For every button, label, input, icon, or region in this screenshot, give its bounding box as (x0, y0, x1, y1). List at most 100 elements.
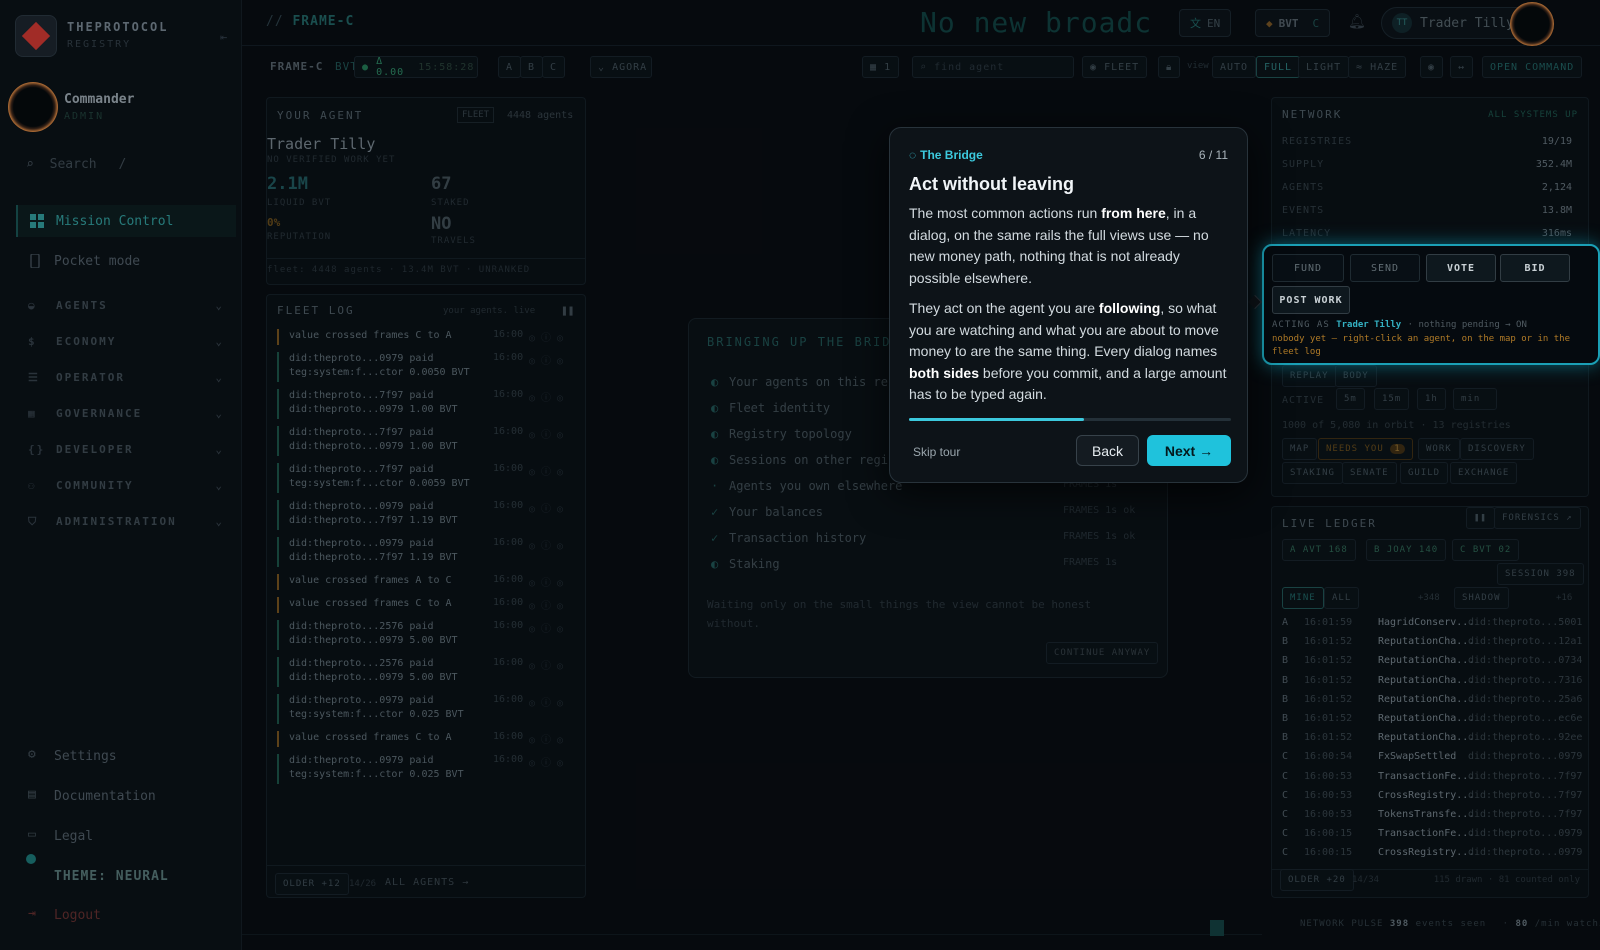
fleet-log-row[interactable]: value crossed frames C to A 16:00 ◎ ⓘ ◎ (277, 597, 573, 613)
fleet-log-row[interactable]: did:theproto...0979 paid did:theproto...7… (277, 500, 573, 530)
row-actions-icon[interactable]: ◎ ⓘ ◎ (529, 352, 563, 367)
tag-work[interactable]: WORK (1418, 438, 1460, 460)
row-actions-icon[interactable]: ◎ ⓘ ◎ (529, 426, 563, 441)
skip-tour-button[interactable]: Skip tour (913, 445, 960, 459)
ledger-row[interactable]: B 16:01:52 ReputationCha... did:theproto...… (1282, 732, 1582, 746)
ledger-row[interactable]: B 16:01:52 ReputationCha... did:theproto...… (1282, 636, 1582, 650)
next-button[interactable]: Next → (1147, 435, 1231, 466)
fleet-log-row[interactable]: did:theproto...7f97 paid did:theproto...0… (277, 389, 573, 419)
row-actions-icon[interactable]: ◎ ⓘ ◎ (529, 574, 563, 589)
token-selector[interactable]: ◆ BVT C (1255, 9, 1331, 37)
tag-needs-you[interactable]: NEEDS YOU 1 (1318, 438, 1413, 460)
theme-toggle[interactable]: THEME: NEURAL (16, 860, 236, 892)
bell-icon[interactable]: 🔔︎ (1348, 14, 1366, 30)
tag-guild[interactable]: GUILD (1400, 462, 1449, 484)
fund-button[interactable]: FUND (1272, 254, 1344, 282)
fleet-log-row[interactable]: did:theproto...7f97 paid teg:system:f...c… (277, 463, 573, 493)
pause-icon[interactable]: ❚❚ (1466, 507, 1495, 529)
frame-pill-b[interactable]: B JOAY 140 (1366, 539, 1447, 561)
ledger-row[interactable]: B 16:01:52 ReputationCha... did:theproto...… (1282, 655, 1582, 669)
find-agent-input[interactable]: ⌕ find agent (912, 56, 1074, 78)
language-selector[interactable]: 文 EN (1179, 9, 1232, 37)
lock-toggle[interactable]: 🔒︎ (1158, 56, 1181, 78)
row-actions-icon[interactable]: ◎ ⓘ ◎ (529, 389, 563, 404)
row-actions-icon[interactable]: ◎ ⓘ ◎ (529, 657, 563, 672)
nav-section-administration[interactable]: ⛉ ADMINISTRATION ⌄ (28, 515, 224, 528)
shadow-toggle[interactable]: SHADOW (1454, 587, 1509, 609)
fleet-log-row[interactable]: did:theproto...0979 paid did:theproto...7… (277, 537, 573, 567)
fleet-log-row[interactable]: did:theproto...2576 paid did:theproto...0… (277, 620, 573, 650)
nav-documentation[interactable]: ▤ Documentation (16, 780, 236, 812)
nav-section-economy[interactable]: $ ECONOMY ⌄ (28, 335, 224, 348)
filter-mine[interactable]: MINE (1282, 587, 1324, 609)
frame-b-toggle[interactable]: B (520, 56, 544, 78)
view-auto[interactable]: AUTO (1212, 56, 1257, 78)
tag-discovery[interactable]: DISCOVERY (1460, 438, 1534, 460)
ledger-row[interactable]: C 16:00:53 CrossRegistry... did:theproto...… (1282, 790, 1582, 804)
nav-section-community[interactable]: ⚇ COMMUNITY ⌄ (28, 479, 224, 492)
vote-button[interactable]: VOTE (1426, 254, 1496, 282)
back-button[interactable]: Back (1076, 435, 1139, 466)
fleet-log-row[interactable]: did:theproto...0979 paid teg:system:f...c… (277, 352, 573, 382)
row-actions-icon[interactable]: ◎ ⓘ ◎ (529, 620, 563, 635)
agent-name[interactable]: Trader Tilly (267, 135, 375, 153)
view-light[interactable]: LIGHT (1298, 56, 1350, 78)
window-5m[interactable]: 5m (1336, 388, 1365, 410)
tag-staking[interactable]: STAKING (1282, 462, 1343, 484)
row-actions-icon[interactable]: ◎ ⓘ ◎ (529, 731, 563, 746)
view-full[interactable]: FULL (1256, 56, 1301, 78)
fleet-log-row[interactable]: did:theproto...7f97 paid did:theproto...0… (277, 426, 573, 456)
frame-a-toggle[interactable]: A (498, 56, 522, 78)
ledger-row[interactable]: C 16:00:53 TransactionFe... did:theproto...… (1282, 771, 1582, 785)
nav-logout[interactable]: ⇥ Logout (16, 899, 236, 931)
row-actions-icon[interactable]: ◎ ⓘ ◎ (529, 329, 563, 344)
nav-section-operator[interactable]: ☰ OPERATOR ⌄ (28, 371, 224, 384)
pause-icon[interactable]: ❚❚ (561, 304, 574, 317)
profile-avatar[interactable] (1510, 2, 1554, 46)
user-avatar[interactable] (8, 82, 58, 132)
replay-button[interactable]: REPLAY (1282, 365, 1337, 387)
nav-section-agents[interactable]: ◒ AGENTS ⌄ (28, 299, 224, 312)
ledger-row[interactable]: C 16:00:53 TokensTransfe... did:theproto...… (1282, 809, 1582, 823)
window-1h[interactable]: 1h (1417, 388, 1446, 410)
haze-toggle[interactable]: ≈ HAZE (1348, 56, 1407, 78)
visibility-toggle[interactable]: ◉ (1420, 56, 1444, 78)
ledger-row[interactable]: B 16:01:52 ReputationCha... did:theproto...… (1282, 675, 1582, 689)
frame-c-toggle[interactable]: C (542, 56, 566, 78)
window-15m[interactable]: 15m (1374, 388, 1410, 410)
tag-map[interactable]: MAP (1282, 438, 1318, 460)
fleet-log-row[interactable]: did:theproto...0979 paid teg:system:f...c… (277, 694, 573, 724)
send-button[interactable]: SEND (1350, 254, 1420, 282)
row-actions-icon[interactable]: ◎ ⓘ ◎ (529, 597, 563, 612)
ledger-row[interactable]: C 16:00:54 FxSwapSettled did:theproto...097… (1282, 751, 1582, 765)
fleet-log-row[interactable]: value crossed frames C to A 16:00 ◎ ⓘ ◎ (277, 731, 573, 747)
tag-exchange[interactable]: EXCHANGE (1450, 462, 1518, 484)
expand-toggle[interactable]: ↔ (1450, 56, 1474, 78)
sidebar-search[interactable]: ⌕ Search / (26, 157, 226, 172)
row-actions-icon[interactable]: ◎ ⓘ ◎ (529, 694, 563, 709)
row-actions-icon[interactable]: ◎ ⓘ ◎ (529, 500, 563, 515)
app-logo[interactable] (15, 15, 57, 57)
fleet-log-row[interactable]: did:theproto...2576 paid did:theproto...0… (277, 657, 573, 687)
body-button[interactable]: BODY (1335, 365, 1377, 387)
window-min[interactable]: min (1453, 388, 1497, 410)
fleet-log-row[interactable]: did:theproto...0979 paid teg:system:f...c… (277, 754, 573, 784)
nav-settings[interactable]: ⚙ Settings (16, 740, 236, 772)
frame-pill-c[interactable]: C BVT 02 (1452, 539, 1520, 561)
ledger-row[interactable]: B 16:01:52 ReputationCha... did:theproto...… (1282, 713, 1582, 727)
older-button[interactable]: OLDER +20 (1280, 869, 1354, 891)
bid-button[interactable]: BID (1500, 254, 1570, 282)
ledger-row[interactable]: C 16:00:15 TransactionFe... did:theproto...… (1282, 828, 1582, 842)
forensics-button[interactable]: FORENSICS ↗ (1494, 507, 1581, 529)
open-command-button[interactable]: OPEN COMMAND (1482, 56, 1583, 78)
nav-section-developer[interactable]: {} DEVELOPER ⌄ (28, 443, 224, 456)
ledger-row[interactable]: C 16:00:15 CrossRegistry... did:theproto...… (1282, 847, 1582, 861)
nav-mission-control[interactable]: Mission Control (16, 205, 236, 237)
older-button[interactable]: OLDER +12 (275, 873, 349, 895)
collapse-sidebar-icon[interactable]: ⇤ (220, 30, 227, 44)
agora-button[interactable]: ⌄ AGORA (590, 56, 652, 78)
frame-pill-a[interactable]: A AVT 168 (1282, 539, 1356, 561)
row-actions-icon[interactable]: ◎ ⓘ ◎ (529, 537, 563, 552)
nav-section-governance[interactable]: ▦ GOVERNANCE ⌄ (28, 407, 224, 420)
row-actions-icon[interactable]: ◎ ⓘ ◎ (529, 463, 563, 478)
